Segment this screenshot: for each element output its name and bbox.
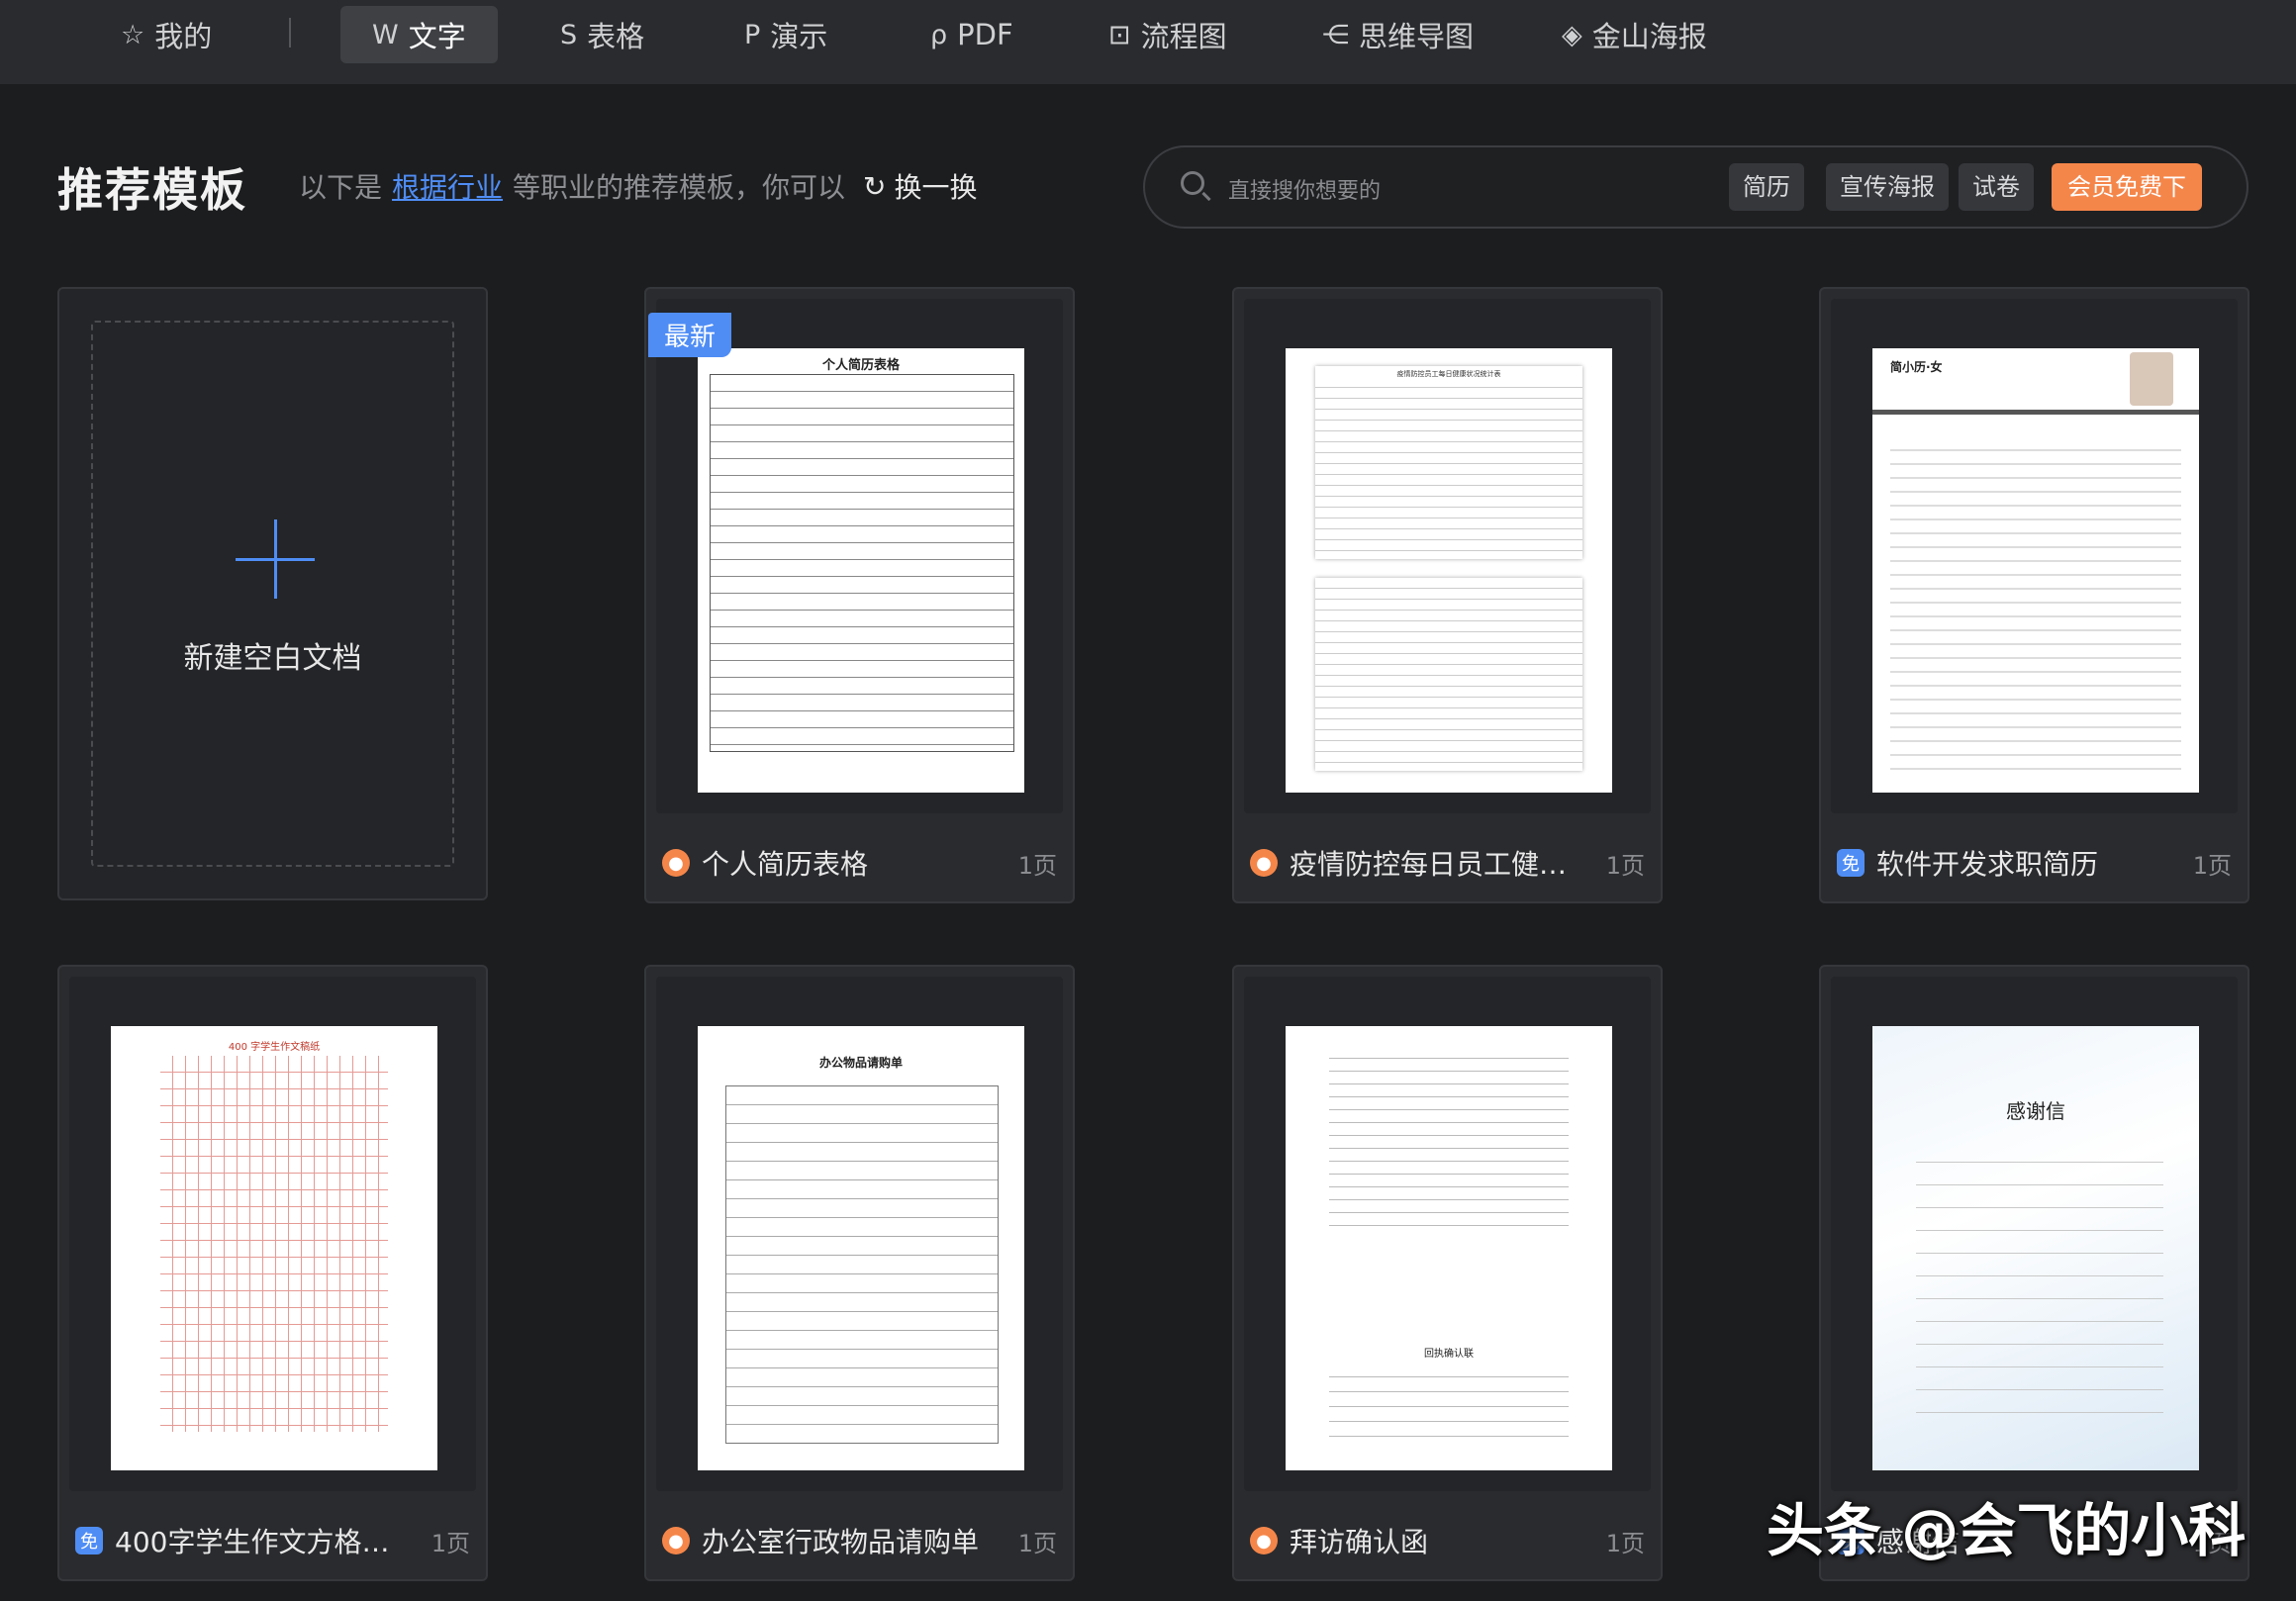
dashed-frame [91,321,454,867]
search-input[interactable]: 直接搜你想要的 [1228,173,1381,205]
page-count: 1页 [430,1530,470,1557]
resume-body-lines [1890,437,2181,774]
tab-flowchart[interactable]: ⊡ 流程图 [1108,6,1227,63]
template-thumbnail: 办公物品请购单 [656,977,1063,1491]
watermark: 头条 @会飞的小科 [1767,1497,2247,1564]
mindmap-icon: ⋲ [1322,19,1349,50]
template-card[interactable]: 简小历·女 免 软件开发求职简历 1页 [1819,287,2249,903]
template-card[interactable]: 办公物品请购单 ● 办公室行政物品请购单 1页 [644,965,1075,1581]
hot-icon: ● [662,849,690,877]
flowchart-icon: ⊡ [1108,19,1131,50]
new-tag: 最新 [648,313,732,357]
header-rule [1872,410,2199,415]
template-card[interactable]: 回执确认联 ● 拜访确认函 1页 [1232,965,1663,1581]
plus-icon-vertical [274,519,277,599]
table-sheet-top: 疫情防控员工每日健康状况统计表 [1315,366,1582,559]
free-icon: 免 [75,1527,103,1554]
template-card[interactable]: 400 字学生作文稿纸 免 400字学生作文方格… 1页 [57,965,488,1581]
tab-slides[interactable]: P 演示 [744,6,827,63]
template-search[interactable]: 直接搜你想要的 简历 宣传海报 试卷 会员免费下 [1143,145,2248,229]
page-count: 1页 [1017,852,1057,880]
vip-free-download-button[interactable]: 会员免费下 [2052,163,2202,211]
tab-sheet[interactable]: S 表格 [560,6,644,63]
template-card[interactable]: 个人简历表格 最新 ● 个人简历表格 1页 [644,287,1075,903]
document-preview: 疫情防控员工每日健康状况统计表 [1286,348,1612,793]
search-icon [1181,171,1204,195]
page-count: 1页 [1605,852,1645,880]
document-preview: 感谢信 [1872,1026,2199,1470]
slides-icon: P [744,19,761,50]
template-thumbnail: 疫情防控员工每日健康状况统计表 [1244,299,1651,813]
star-icon: ☆ [121,19,145,50]
template-card[interactable]: 疫情防控员工每日健康状况统计表 ● 疫情防控每日员工健… 1页 [1232,287,1663,903]
poster-icon: ◈ [1562,19,1582,50]
nav-divider [289,18,291,47]
document-preview: 个人简历表格 [698,348,1024,793]
template-thumbnail: 回执确认联 [1244,977,1651,1491]
template-thumbnail: 个人简历表格 [656,299,1063,813]
chip-resume[interactable]: 简历 [1729,163,1804,211]
document-preview: 办公物品请购单 [698,1026,1024,1470]
page-title: 推荐模板 [57,163,247,217]
template-thumbnail: 简小历·女 [1831,299,2238,813]
hot-icon: ● [1250,849,1278,877]
letter-lines-top [1329,1046,1569,1234]
tab-pdf[interactable]: ρ PDF [930,6,1013,63]
page-count: 1页 [2192,852,2232,880]
document-preview: 简小历·女 [1872,348,2199,793]
chip-poster[interactable]: 宣传海报 [1826,163,1949,211]
sheet-icon: S [560,19,578,50]
template-title: 400字学生作文方格… [115,1526,390,1558]
template-title: 个人简历表格 [702,848,869,881]
letter-lines-bottom [1329,1363,1569,1442]
refresh-button[interactable]: ↻ 换一换 [863,166,977,206]
tab-poster[interactable]: ◈ 金山海报 [1562,6,1707,63]
document-preview: 回执确认联 [1286,1026,1612,1470]
template-title: 拜访确认函 [1290,1526,1429,1558]
template-title: 疫情防控每日员工健… [1290,848,1568,881]
purchase-table [725,1085,999,1444]
avatar [2130,352,2173,406]
free-icon: 免 [1837,849,1865,877]
template-title: 软件开发求职简历 [1876,848,2099,881]
new-blank-document-card[interactable]: 新建空白文档 [57,287,488,900]
pdf-icon: ρ [930,19,948,50]
template-thumbnail: 感谢信 [1831,977,2238,1491]
writing-grid [160,1056,388,1432]
letter-body-lines [1916,1140,2163,1417]
tab-word[interactable]: W 文字 [340,6,498,63]
table-sheet-bottom [1315,578,1582,771]
recommend-subtitle: 以下是 根据行业 等职业的推荐模板，你可以 ↻ 换一换 [299,166,978,206]
page-count: 1页 [1017,1530,1057,1557]
template-thumbnail: 400 字学生作文稿纸 [69,977,476,1491]
page-count: 1页 [1605,1530,1645,1557]
top-nav: ☆ 我的 W 文字 S 表格 P 演示 ρ PDF ⊡ 流程图 ⋲ 思维导图 ◈… [0,0,2296,84]
industry-link[interactable]: 根据行业 [392,166,503,206]
new-blank-document-label: 新建空白文档 [183,641,362,676]
hot-icon: ● [662,1527,690,1554]
document-preview: 400 字学生作文稿纸 [111,1026,437,1470]
hot-icon: ● [1250,1527,1278,1554]
template-title: 办公室行政物品请购单 [702,1526,980,1558]
resume-table-grid [710,374,1014,752]
word-icon: W [372,19,399,50]
refresh-icon: ↻ [863,169,887,203]
tab-mindmap[interactable]: ⋲ 思维导图 [1322,6,1474,63]
chip-exam[interactable]: 试卷 [1959,163,2034,211]
tab-mine[interactable]: ☆ 我的 [121,6,212,63]
